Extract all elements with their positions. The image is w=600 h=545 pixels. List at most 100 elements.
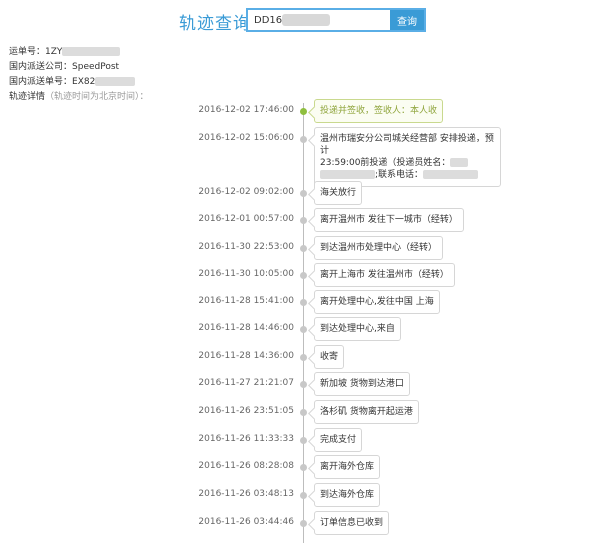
timeline-event: 2016-11-28 15:41:00 离开处理中心,发往中国 上海 (0, 290, 600, 314)
event-text-line3: ;联系电话： (375, 170, 424, 180)
event-card: 到达处理中心,来自 (308, 317, 401, 341)
event-card: 离开温州市 发往下一城市（经转） (308, 208, 464, 232)
event-card: 到达海外仓库 (308, 483, 381, 507)
event-card: 离开上海市 发往温州市（经转） (308, 263, 455, 287)
page-title: 轨迹查询 (179, 14, 251, 34)
card-arrow (308, 352, 321, 365)
waybill-row: 运单号：1ZY (9, 45, 149, 60)
event-dot (300, 520, 307, 527)
event-dot (300, 354, 307, 361)
card-arrow (308, 297, 321, 310)
courier-row: 国内派送公司：SpeedPost (9, 60, 149, 75)
timeline-event: 2016-11-26 11:33:33 完成支付 (0, 428, 600, 452)
event-dot (300, 245, 307, 252)
redacted-waybill (62, 47, 121, 56)
redacted-courier-name (450, 158, 469, 167)
event-dot (300, 409, 307, 416)
event-time: 2016-11-30 10:05:00 (198, 269, 294, 279)
card-arrow (308, 407, 321, 420)
event-time: 2016-12-02 09:02:00 (198, 187, 294, 197)
card-arrow (308, 490, 321, 503)
timeline-event: 2016-11-26 03:48:13 到达海外仓库 (0, 483, 600, 507)
timeline-event: 2016-11-26 03:44:46 订单信息已收到 (0, 511, 600, 535)
event-card: 温州市瑞安分公司城关经营部 安排投递，预计 23:59:00前投递（投递员姓名：… (308, 127, 501, 187)
event-text: 新加坡 货物到达港口 (320, 379, 404, 389)
timeline-event: 2016-11-26 23:51:05 洛杉矶 货物离开起运港 (0, 400, 600, 424)
card-arrow (308, 379, 321, 392)
courier-label: 国内派送公司： (9, 62, 73, 72)
redacted-phone (423, 170, 479, 179)
event-time: 2016-12-02 17:46:00 (198, 105, 294, 115)
event-time: 2016-11-26 03:48:13 (198, 489, 294, 499)
event-text: 到达处理中心,来自 (320, 324, 395, 334)
event-card: 离开处理中心,发往中国 上海 (308, 290, 440, 314)
event-time: 2016-12-01 00:57:00 (198, 214, 294, 224)
timeline-event: 2016-11-26 08:28:08 离开海外仓库 (0, 455, 600, 479)
card-arrow (308, 188, 321, 201)
event-dot (300, 326, 307, 333)
event-dot (300, 492, 307, 499)
event-card: 洛杉矶 货物离开起运港 (308, 400, 419, 424)
waybill-label: 运单号： (9, 47, 46, 57)
event-text: 到达海外仓库 (320, 490, 375, 500)
event-time: 2016-11-28 14:36:00 (198, 351, 294, 361)
event-dot (300, 217, 307, 224)
event-text: 订单信息已收到 (320, 518, 384, 528)
domestic-number-label: 国内派送单号： (9, 77, 73, 87)
event-dot (300, 299, 307, 306)
timeline-event: 2016-12-02 09:02:00 海关放行 (0, 181, 600, 205)
card-arrow (308, 518, 321, 531)
timeline-event: 2016-12-02 15:06:00 温州市瑞安分公司城关经营部 安排投递，预… (0, 127, 600, 187)
redacted-tracking-number (282, 14, 330, 26)
event-time: 2016-11-27 21:21:07 (198, 378, 294, 388)
card-arrow (308, 270, 321, 283)
event-text-line2: 23:59:00前投递（投递员姓名： (320, 158, 451, 168)
event-card: 完成支付 (308, 428, 363, 452)
event-card: 新加坡 货物到达港口 (308, 372, 410, 396)
event-dot (300, 190, 307, 197)
event-card: 投递并签收，签收人：本人收 (308, 99, 444, 123)
search-button[interactable]: 查询 (390, 10, 424, 30)
event-text: 到达温州市处理中心（经转） (320, 243, 438, 253)
event-time: 2016-11-28 15:41:00 (198, 296, 294, 306)
redacted-domestic-number (95, 77, 136, 86)
card-arrow (308, 215, 321, 228)
event-text-line2-row: 23:59:00前投递（投递员姓名： (320, 157, 495, 169)
event-card: 离开海外仓库 (308, 455, 381, 479)
event-text-line1: 温州市瑞安分公司城关经营部 安排投递，预计 (320, 134, 494, 156)
event-card: 订单信息已收到 (308, 511, 390, 535)
event-time: 2016-11-26 11:33:33 (198, 434, 294, 444)
event-time: 2016-11-26 03:44:46 (198, 517, 294, 527)
search-box: 查询 (246, 8, 426, 32)
card-arrow (308, 134, 321, 147)
event-dot (300, 437, 307, 444)
event-text: 离开海外仓库 (320, 462, 375, 472)
domestic-number-value: EX82 (72, 77, 96, 87)
timeline-event: 2016-11-28 14:46:00 到达处理中心,来自 (0, 317, 600, 341)
card-arrow (308, 324, 321, 337)
event-dot (300, 381, 307, 388)
event-card: 到达温州市处理中心（经转） (308, 236, 444, 260)
event-time: 2016-12-02 15:06:00 (198, 133, 294, 143)
timeline-event: 2016-11-30 22:53:00 到达温州市处理中心（经转） (0, 236, 600, 260)
event-text: 投递并签收，签收人：本人收 (320, 106, 438, 116)
card-arrow (308, 462, 321, 475)
shipment-info: 运单号：1ZY 国内派送公司：SpeedPost 国内派送单号：EX82 轨迹详… (9, 45, 149, 105)
timeline-event: 2016-11-27 21:21:07 新加坡 货物到达港口 (0, 372, 600, 396)
timeline-event: 2016-12-01 00:57:00 离开温州市 发往下一城市（经转） (0, 208, 600, 232)
courier-value: SpeedPost (72, 62, 120, 72)
event-text: 洛杉矶 货物离开起运港 (320, 407, 413, 417)
timeline-event: 2016-12-02 17:46:00 投递并签收，签收人：本人收 (0, 99, 600, 123)
event-card: 收寄 (308, 345, 345, 369)
event-time: 2016-11-30 22:53:00 (198, 242, 294, 252)
card-arrow (308, 243, 321, 256)
card-arrow (308, 435, 321, 448)
event-text: 离开温州市 发往下一城市（经转） (320, 215, 458, 225)
event-time: 2016-11-26 23:51:05 (198, 406, 294, 416)
domestic-number-row: 国内派送单号：EX82 (9, 75, 149, 90)
timeline-event: 2016-11-30 10:05:00 离开上海市 发往温州市（经转） (0, 263, 600, 287)
event-dot (300, 136, 307, 143)
waybill-value: 1ZY (45, 47, 63, 57)
event-dot (300, 108, 307, 115)
event-card: 海关放行 (308, 181, 363, 205)
